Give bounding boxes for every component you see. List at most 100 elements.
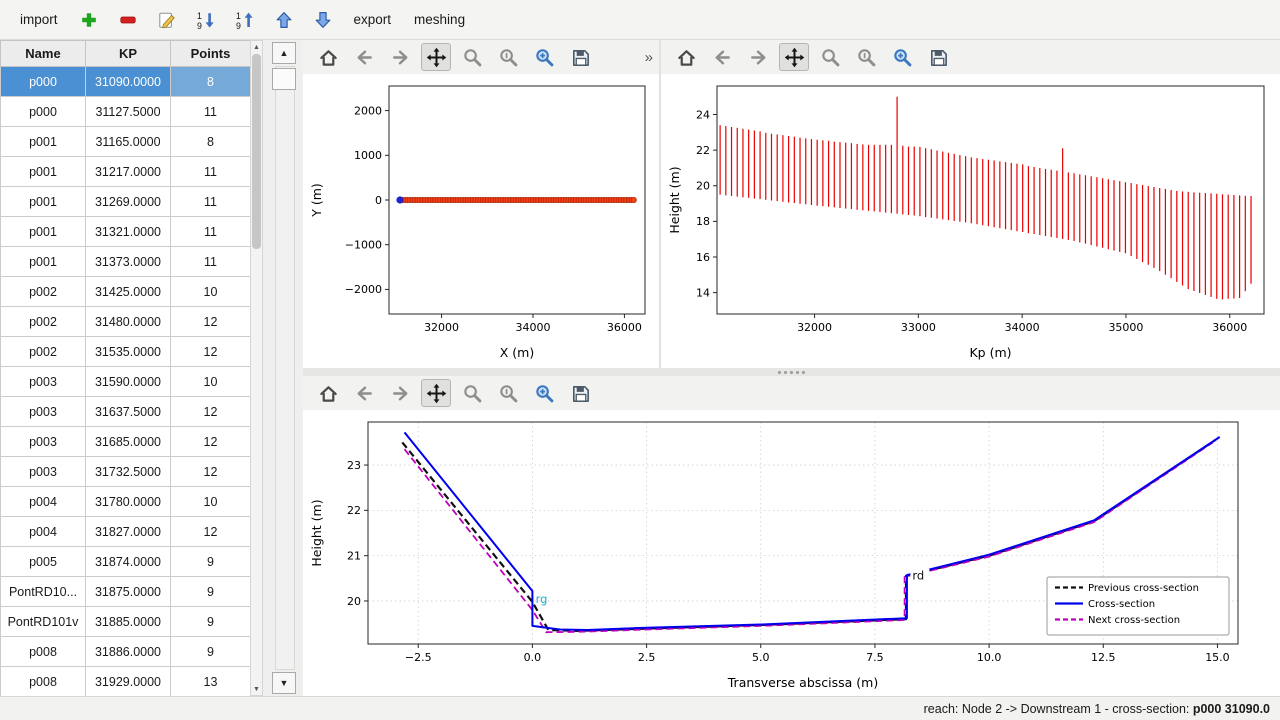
cell-name[interactable]: p000 bbox=[1, 67, 86, 97]
panel-scroll-up-button[interactable]: ▲ bbox=[272, 42, 296, 64]
cell-name[interactable]: p004 bbox=[1, 487, 86, 517]
cell-kp[interactable]: 31885.0000 bbox=[86, 607, 171, 637]
cell-name[interactable]: p003 bbox=[1, 457, 86, 487]
plot-home-button[interactable] bbox=[671, 43, 701, 71]
table-row[interactable]: p00131321.000011 bbox=[1, 217, 251, 247]
table-row[interactable]: p00031127.500011 bbox=[1, 97, 251, 127]
column-header-points[interactable]: Points bbox=[171, 41, 251, 67]
cell-kp[interactable]: 31637.5000 bbox=[86, 397, 171, 427]
cell-kp[interactable]: 31127.5000 bbox=[86, 97, 171, 127]
plot-save-figure-button[interactable] bbox=[923, 43, 953, 71]
plot-zoom-button[interactable] bbox=[457, 43, 487, 71]
panel-scrollbar[interactable]: ▲ ▼ bbox=[272, 42, 298, 694]
panel-scrollbar-track[interactable] bbox=[275, 66, 295, 670]
plot-back-button[interactable] bbox=[707, 43, 737, 71]
cell-name[interactable]: p001 bbox=[1, 217, 86, 247]
cell-points[interactable]: 10 bbox=[171, 277, 251, 307]
panel-scroll-down-button[interactable]: ▼ bbox=[272, 672, 296, 694]
table-row[interactable]: p00031090.00008 bbox=[1, 67, 251, 97]
cell-name[interactable]: p003 bbox=[1, 367, 86, 397]
cell-kp[interactable]: 31165.0000 bbox=[86, 127, 171, 157]
cell-kp[interactable]: 31827.0000 bbox=[86, 517, 171, 547]
cell-points[interactable]: 12 bbox=[171, 397, 251, 427]
export-button[interactable]: export bbox=[350, 9, 396, 30]
table-row[interactable]: p00331637.500012 bbox=[1, 397, 251, 427]
table-row[interactable]: p00131269.000011 bbox=[1, 187, 251, 217]
cell-points[interactable]: 13 bbox=[171, 667, 251, 697]
cell-name[interactable]: PontRD101v bbox=[1, 607, 86, 637]
cell-points[interactable]: 8 bbox=[171, 67, 251, 97]
table-row[interactable]: p00331732.500012 bbox=[1, 457, 251, 487]
cross-sections-table[interactable]: NameKPPoints p00031090.00008p00031127.50… bbox=[0, 40, 250, 696]
cell-points[interactable]: 11 bbox=[171, 97, 251, 127]
plot-back-button[interactable] bbox=[349, 379, 379, 407]
cell-kp[interactable]: 31685.0000 bbox=[86, 427, 171, 457]
table-row[interactable]: PontRD10...31875.00009 bbox=[1, 577, 251, 607]
table-scrollbar-thumb[interactable] bbox=[252, 54, 261, 249]
move-up-button[interactable] bbox=[272, 8, 296, 32]
table-row[interactable]: p00831929.000013 bbox=[1, 667, 251, 697]
plot-home-button[interactable] bbox=[313, 43, 343, 71]
scroll-up-arrow-icon[interactable]: ▲ bbox=[251, 41, 262, 53]
profile-view-canvas[interactable]: 3200033000340003500036000Kp (m)141618202… bbox=[661, 74, 1280, 364]
plot-pan-button[interactable] bbox=[421, 379, 451, 407]
cell-points[interactable]: 11 bbox=[171, 157, 251, 187]
plot-edit-parameters-button[interactable] bbox=[529, 379, 559, 407]
cell-kp[interactable]: 31590.0000 bbox=[86, 367, 171, 397]
cell-points[interactable]: 12 bbox=[171, 457, 251, 487]
column-header-name[interactable]: Name bbox=[1, 41, 86, 67]
cell-kp[interactable]: 31929.0000 bbox=[86, 667, 171, 697]
panel-scrollbar-thumb[interactable] bbox=[272, 68, 296, 90]
plot-forward-button[interactable] bbox=[743, 43, 773, 71]
table-row[interactable]: p00431780.000010 bbox=[1, 487, 251, 517]
table-row[interactable]: p00131217.000011 bbox=[1, 157, 251, 187]
cell-kp[interactable]: 31780.0000 bbox=[86, 487, 171, 517]
plot-home-button[interactable] bbox=[313, 379, 343, 407]
cross-section-canvas[interactable]: −2.50.02.55.07.510.012.515.0Transverse a… bbox=[303, 410, 1280, 694]
cell-kp[interactable]: 31373.0000 bbox=[86, 247, 171, 277]
table-row[interactable]: p00331590.000010 bbox=[1, 367, 251, 397]
sort-descending-button[interactable]: 19 bbox=[194, 8, 218, 32]
cell-points[interactable]: 9 bbox=[171, 607, 251, 637]
cell-points[interactable]: 8 bbox=[171, 127, 251, 157]
scroll-down-arrow-icon[interactable]: ▼ bbox=[251, 683, 262, 695]
move-down-button[interactable] bbox=[311, 8, 335, 32]
table-row[interactable]: PontRD101v31885.00009 bbox=[1, 607, 251, 637]
cell-kp[interactable]: 31480.0000 bbox=[86, 307, 171, 337]
plot-save-figure-button[interactable] bbox=[565, 379, 595, 407]
table-scrollbar[interactable]: ▲ ▼ bbox=[250, 40, 263, 696]
meshing-button[interactable]: meshing bbox=[410, 9, 469, 30]
cell-points[interactable]: 12 bbox=[171, 517, 251, 547]
cell-name[interactable]: PontRD10... bbox=[1, 577, 86, 607]
plot-save-figure-button[interactable] bbox=[565, 43, 595, 71]
plot-edit-parameters-button[interactable] bbox=[529, 43, 559, 71]
cell-points[interactable]: 12 bbox=[171, 307, 251, 337]
toolbar-overflow-chevron[interactable]: » bbox=[645, 49, 653, 66]
table-row[interactable]: p00431827.000012 bbox=[1, 517, 251, 547]
cell-points[interactable]: 9 bbox=[171, 547, 251, 577]
cell-kp[interactable]: 31535.0000 bbox=[86, 337, 171, 367]
cell-name[interactable]: p008 bbox=[1, 637, 86, 667]
table-row[interactable]: p00231535.000012 bbox=[1, 337, 251, 367]
cell-kp[interactable]: 31874.0000 bbox=[86, 547, 171, 577]
cell-name[interactable]: p004 bbox=[1, 517, 86, 547]
cell-points[interactable]: 9 bbox=[171, 577, 251, 607]
plan-view-canvas[interactable]: 320003400036000X (m)200010000−1000−2000Y… bbox=[303, 74, 659, 364]
table-row[interactable]: p00131165.00008 bbox=[1, 127, 251, 157]
cell-name[interactable]: p001 bbox=[1, 127, 86, 157]
add-section-button[interactable] bbox=[77, 8, 101, 32]
cell-kp[interactable]: 31269.0000 bbox=[86, 187, 171, 217]
cell-name[interactable]: p003 bbox=[1, 427, 86, 457]
cell-points[interactable]: 10 bbox=[171, 367, 251, 397]
plot-zoom-button[interactable] bbox=[457, 379, 487, 407]
cell-kp[interactable]: 31321.0000 bbox=[86, 217, 171, 247]
plot-forward-button[interactable] bbox=[385, 43, 415, 71]
plot-configure-subplots-button[interactable] bbox=[851, 43, 881, 71]
cell-points[interactable]: 11 bbox=[171, 217, 251, 247]
horizontal-splitter[interactable] bbox=[303, 368, 1280, 376]
cell-kp[interactable]: 31217.0000 bbox=[86, 157, 171, 187]
table-row[interactable]: p00331685.000012 bbox=[1, 427, 251, 457]
plot-zoom-button[interactable] bbox=[815, 43, 845, 71]
cell-name[interactable]: p002 bbox=[1, 307, 86, 337]
sort-ascending-button[interactable]: 19 bbox=[233, 8, 257, 32]
